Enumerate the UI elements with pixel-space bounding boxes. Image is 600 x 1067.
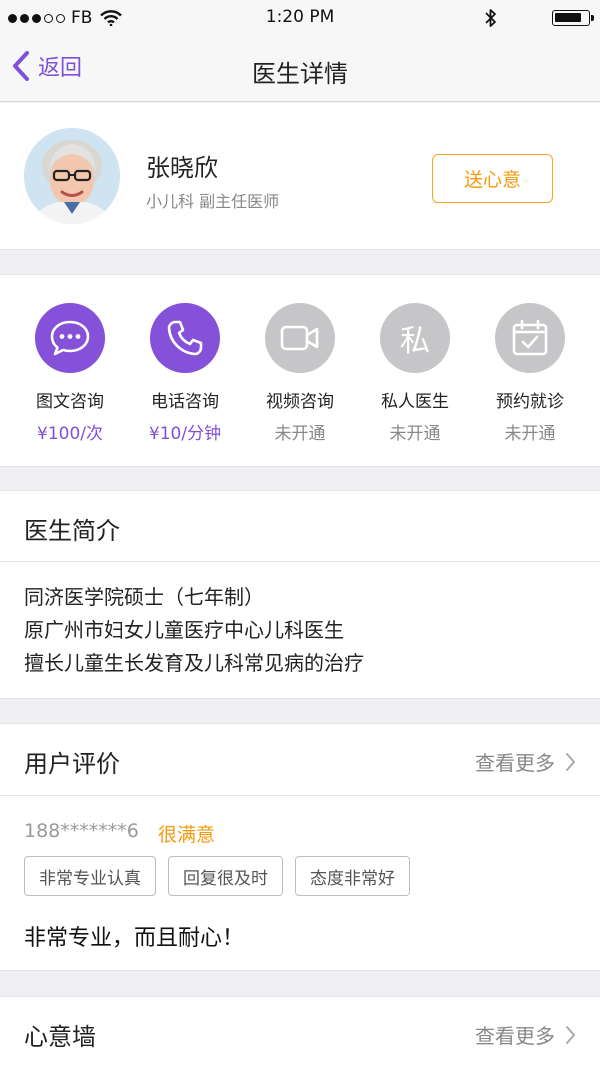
service-label: 图文咨询 [36,392,104,412]
chat-bubble-icon [35,303,105,373]
doctor-name: 张晓欣 [146,154,218,182]
more-label: 查看更多 [475,1024,555,1048]
avatar [24,128,120,224]
service-phone-consult[interactable]: 电话咨询 ¥10/分钟 [130,303,240,444]
gift-wall-more-link[interactable]: 查看更多 [475,1020,576,1049]
gift-wall-title: 心意墙 [24,1023,96,1051]
review-tag: 回复很及时 [168,856,283,896]
divider [0,561,600,562]
service-text-consult[interactable]: 图文咨询 ¥100/次 [15,303,125,444]
status-bar: FB 1:20 PM [0,0,600,36]
more-label: 查看更多 [475,751,555,775]
doctor-intro-card: 医生简介 同济医学院硕士（七年制） 原广州市妇女儿童医疗中心儿科医生 擅长儿童生… [0,490,600,699]
review-tag: 态度非常好 [295,856,410,896]
service-price: 未开通 [274,424,326,444]
review-tag: 非常专业认真 [24,856,156,896]
reviews-title: 用户评价 [24,750,120,778]
intro-line: 原广州市妇女儿童医疗中心儿科医生 [24,618,344,642]
send-gift-button[interactable]: 送心意 [432,154,553,203]
page-title: 医生详情 [252,60,348,88]
chevron-right-icon [566,752,575,771]
battery-icon [552,10,594,26]
chevron-right-icon [566,1025,575,1044]
phone-icon [150,303,220,373]
service-price: 未开通 [389,424,441,444]
gift-wall-card: 心意墙 查看更多 [0,996,600,1067]
service-label: 私人医生 [381,392,449,412]
service-price: 未开通 [504,424,556,444]
service-price: ¥10/分钟 [148,424,222,444]
service-price: ¥100/次 [37,424,103,444]
private-glyph: 私 [400,324,430,359]
video-camera-icon [265,303,335,373]
divider [0,795,600,796]
review-tags: 非常专业认真 回复很及时 态度非常好 [24,856,410,896]
doctor-title: 小儿科 副主任医师 [146,192,280,211]
service-appointment[interactable]: 预约就诊 未开通 [475,303,585,444]
service-private-doctor[interactable]: 私 私人医生 未开通 [360,303,470,444]
private-icon: 私 [380,303,450,373]
intro-line: 同济医学院硕士（七年制） [24,585,264,609]
intro-title: 医生简介 [24,517,120,545]
intro-line: 擅长儿童生长发育及儿科常见病的治疗 [24,651,364,675]
review-comment: 非常专业，而且耐心！ [24,926,245,951]
user-reviews-card: 用户评价 查看更多 188*******6 很满意 非常专业认真 回复很及时 态… [0,723,600,971]
service-label: 视频咨询 [266,392,334,412]
bluetooth-icon [485,9,496,27]
navigation-bar: 返回 医生详情 [0,36,600,102]
service-label: 预约就诊 [496,392,564,412]
review-rating: 很满意 [158,824,216,846]
doctor-profile-card: 张晓欣 小儿科 副主任医师 送心意 [0,103,600,250]
service-video-consult[interactable]: 视频咨询 未开通 [245,303,355,444]
reviewer-id: 188*******6 [24,820,139,842]
status-time: 1:20 PM [265,7,335,27]
calendar-icon [495,303,565,373]
service-label: 电话咨询 [151,392,219,412]
consultation-services: 图文咨询 ¥100/次 电话咨询 ¥10/分钟 视频咨询 未开通 私 私人医生 … [0,274,600,467]
reviews-more-link[interactable]: 查看更多 [475,747,576,776]
intro-text: 同济医学院硕士（七年制） 原广州市妇女儿童医疗中心儿科医生 擅长儿童生长发育及儿… [24,581,364,680]
